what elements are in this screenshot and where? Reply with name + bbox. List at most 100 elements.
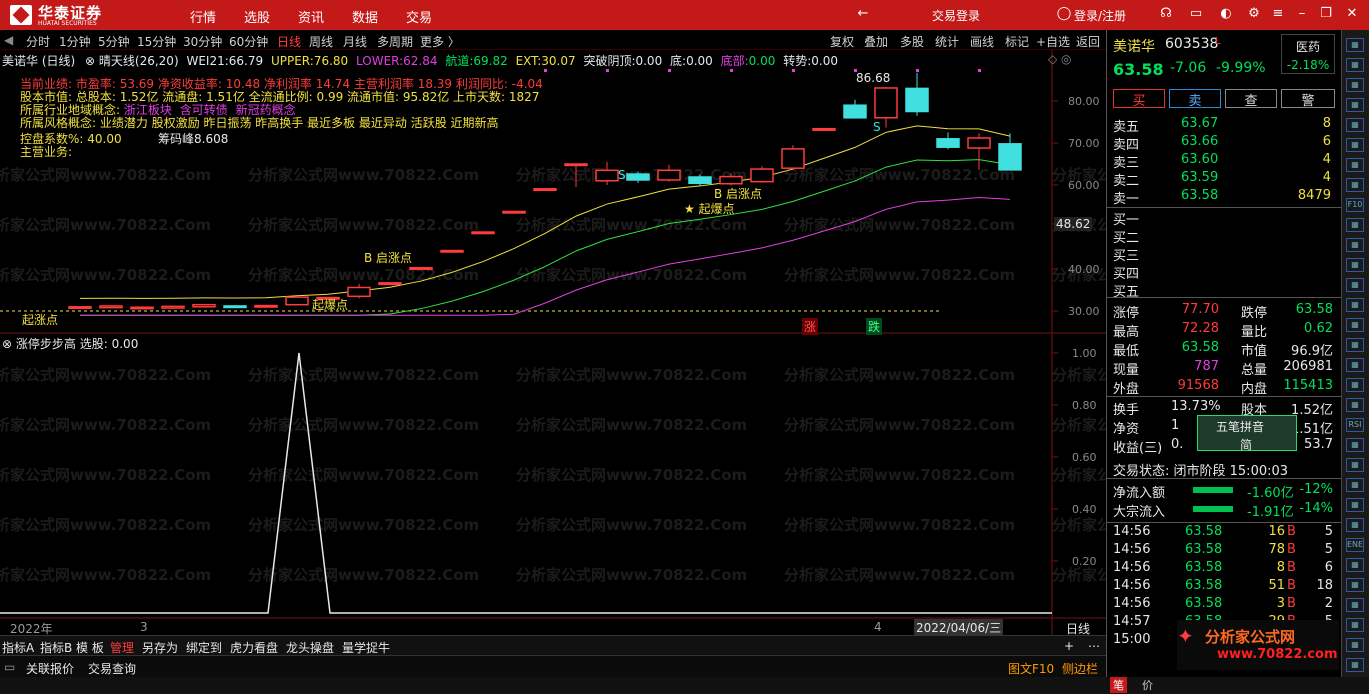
- sidebar-shortcut-icon[interactable]: F10: [1346, 198, 1364, 212]
- trade-query-button[interactable]: 交易查询: [88, 660, 136, 677]
- buy-level-row[interactable]: 买四: [1113, 263, 1337, 282]
- add-watchlist-button[interactable]: +自选: [1036, 33, 1070, 50]
- restore-icon[interactable]: ❐: [1318, 6, 1334, 22]
- lower-close-icon[interactable]: ⊗: [2, 337, 12, 351]
- indicator-name[interactable]: 晴天线(26,20): [99, 54, 179, 68]
- collapse-arrow-icon[interactable]: ◀: [4, 33, 13, 47]
- sidebar-tool-icon[interactable]: ▦: [1346, 238, 1364, 252]
- skin-icon[interactable]: ◐: [1218, 6, 1234, 22]
- sidebar-tool-icon[interactable]: ▦: [1346, 618, 1364, 632]
- tab-manage[interactable]: 管理: [110, 639, 134, 656]
- tab-longtou[interactable]: 龙头操盘: [286, 639, 334, 656]
- stats-button[interactable]: 统计: [935, 33, 959, 50]
- sidebar-tool-icon[interactable]: ▦: [1346, 638, 1364, 652]
- tab-indicator-b[interactable]: 指标B: [40, 639, 72, 656]
- return-button[interactable]: 返回: [1076, 33, 1100, 50]
- chart-settings-icon[interactable]: ◇ ◎: [1048, 52, 1072, 66]
- sidebar-tool-icon[interactable]: ▦: [1346, 218, 1364, 232]
- mark-button[interactable]: 标记: [1005, 33, 1029, 50]
- kline-chart-area[interactable]: 分析家公式网www.70822.Com 分析家公式网www.70822.Com 分析…: [0, 50, 1283, 636]
- login-register-button[interactable]: 登录/注册: [1074, 7, 1126, 24]
- settings-gear-icon[interactable]: ⚙: [1246, 6, 1262, 22]
- sell-level-row[interactable]: 卖五 63.67 8: [1113, 116, 1337, 135]
- sidebar-toggle-button[interactable]: 侧边栏: [1062, 660, 1098, 677]
- sidebar-shortcut-icon[interactable]: RSI: [1346, 418, 1364, 432]
- tab-liangxue[interactable]: 量学捉牛: [342, 639, 390, 656]
- price-button[interactable]: 价: [1142, 677, 1153, 693]
- tab-1min[interactable]: 1分钟: [59, 33, 91, 50]
- sidebar-tool-icon[interactable]: ▦: [1346, 598, 1364, 612]
- sidebar-tool-icon[interactable]: ▦: [1346, 458, 1364, 472]
- overlay-button[interactable]: 叠加: [864, 33, 888, 50]
- sidebar-tool-icon[interactable]: ▦: [1346, 658, 1364, 672]
- buy-level-row[interactable]: 买三: [1113, 245, 1337, 264]
- sidebar-tool-icon[interactable]: ▦: [1346, 558, 1364, 572]
- menu-trade[interactable]: 交易: [406, 7, 432, 26]
- sidebar-tool-icon[interactable]: ▦: [1346, 578, 1364, 592]
- sidebar-tool-icon[interactable]: ▦: [1346, 38, 1364, 52]
- indicator-close-icon[interactable]: ⊗: [85, 54, 95, 68]
- menu-news[interactable]: 资讯: [298, 7, 324, 26]
- sidebar-tool-icon[interactable]: ▦: [1346, 138, 1364, 152]
- headset-icon[interactable]: ☊: [1158, 6, 1174, 22]
- lower-indicator-name[interactable]: 涨停步步高: [16, 337, 76, 351]
- sidebar-tool-icon[interactable]: ▦: [1346, 78, 1364, 92]
- sidebar-tool-icon[interactable]: ▦: [1346, 358, 1364, 372]
- sidebar-tool-icon[interactable]: ▦: [1346, 498, 1364, 512]
- sidebar-tool-icon[interactable]: ▦: [1346, 398, 1364, 412]
- sidebar-shortcut-icon[interactable]: ENE: [1346, 538, 1364, 552]
- menu-stock-picker[interactable]: 选股: [244, 7, 270, 26]
- collapse-icon[interactable]: ▭: [4, 660, 15, 674]
- ime-mode[interactable]: 五笔拼音: [1216, 418, 1296, 435]
- sidebar-tool-icon[interactable]: ▦: [1346, 258, 1364, 272]
- tab-more[interactable]: 更多 〉: [420, 33, 460, 50]
- sell-level-row[interactable]: 卖四 63.66 6: [1113, 134, 1337, 153]
- sidebar-tool-icon[interactable]: ▦: [1346, 58, 1364, 72]
- more-icon[interactable]: ⋯: [1088, 639, 1100, 653]
- tab-monthly[interactable]: 月线: [343, 33, 367, 50]
- tab-huli[interactable]: 虎力看盘: [230, 639, 278, 656]
- sidebar-tool-icon[interactable]: ▦: [1346, 378, 1364, 392]
- message-icon[interactable]: ▭: [1188, 6, 1204, 22]
- close-icon[interactable]: ✕: [1344, 6, 1360, 22]
- tab-multi-period[interactable]: 多周期: [377, 33, 413, 50]
- adjust-button[interactable]: 复权: [830, 33, 854, 50]
- sidebar-tool-icon[interactable]: ▦: [1346, 438, 1364, 452]
- tab-30min[interactable]: 30分钟: [183, 33, 222, 50]
- tab-60min[interactable]: 60分钟: [229, 33, 268, 50]
- sidebar-tool-icon[interactable]: ▦: [1346, 158, 1364, 172]
- tab-bind-to[interactable]: 绑定到: [186, 639, 222, 656]
- menu-icon[interactable]: ≡: [1270, 6, 1286, 22]
- buy-level-row[interactable]: 买二: [1113, 227, 1337, 246]
- tab-weekly[interactable]: 周线: [309, 33, 333, 50]
- query-button[interactable]: 查: [1225, 89, 1277, 109]
- sell-level-row[interactable]: 卖二 63.59 4: [1113, 170, 1337, 189]
- user-icon[interactable]: ◯: [1056, 6, 1072, 22]
- sidebar-tool-icon[interactable]: ▦: [1346, 118, 1364, 132]
- sidebar-tool-icon[interactable]: ▦: [1346, 518, 1364, 532]
- alert-button[interactable]: 警: [1281, 89, 1335, 109]
- tab-daily[interactable]: 日线: [277, 33, 301, 50]
- menu-quotes[interactable]: 行情: [190, 7, 216, 26]
- sidebar-tool-icon[interactable]: ▦: [1346, 318, 1364, 332]
- tab-indicator-a[interactable]: 指标A: [2, 639, 34, 656]
- tab-intraday[interactable]: 分时: [26, 33, 50, 50]
- buy-level-row[interactable]: 买一: [1113, 209, 1337, 228]
- f10-button[interactable]: 图文F10: [1008, 660, 1054, 677]
- draw-line-button[interactable]: 画线: [970, 33, 994, 50]
- add-icon[interactable]: +: [1064, 639, 1074, 653]
- sell-level-row[interactable]: 卖三 63.60 4: [1113, 152, 1337, 171]
- pen-button[interactable]: 笔: [1110, 677, 1127, 693]
- tab-template[interactable]: 模 板: [76, 639, 104, 656]
- sidebar-tool-icon[interactable]: ▦: [1346, 338, 1364, 352]
- back-arrow-icon[interactable]: ←: [855, 6, 871, 22]
- buy-button[interactable]: 买: [1113, 89, 1165, 109]
- sell-level-row[interactable]: 卖一 63.58 8479: [1113, 188, 1337, 207]
- sell-button[interactable]: 卖: [1169, 89, 1221, 109]
- ime-toolbar[interactable]: 五笔拼音 简: [1197, 415, 1297, 452]
- tab-5min[interactable]: 5分钟: [98, 33, 130, 50]
- sidebar-tool-icon[interactable]: ▦: [1346, 298, 1364, 312]
- sidebar-tool-icon[interactable]: ▦: [1346, 478, 1364, 492]
- tab-save-as[interactable]: 另存为: [142, 639, 178, 656]
- multi-stock-button[interactable]: 多股: [900, 33, 924, 50]
